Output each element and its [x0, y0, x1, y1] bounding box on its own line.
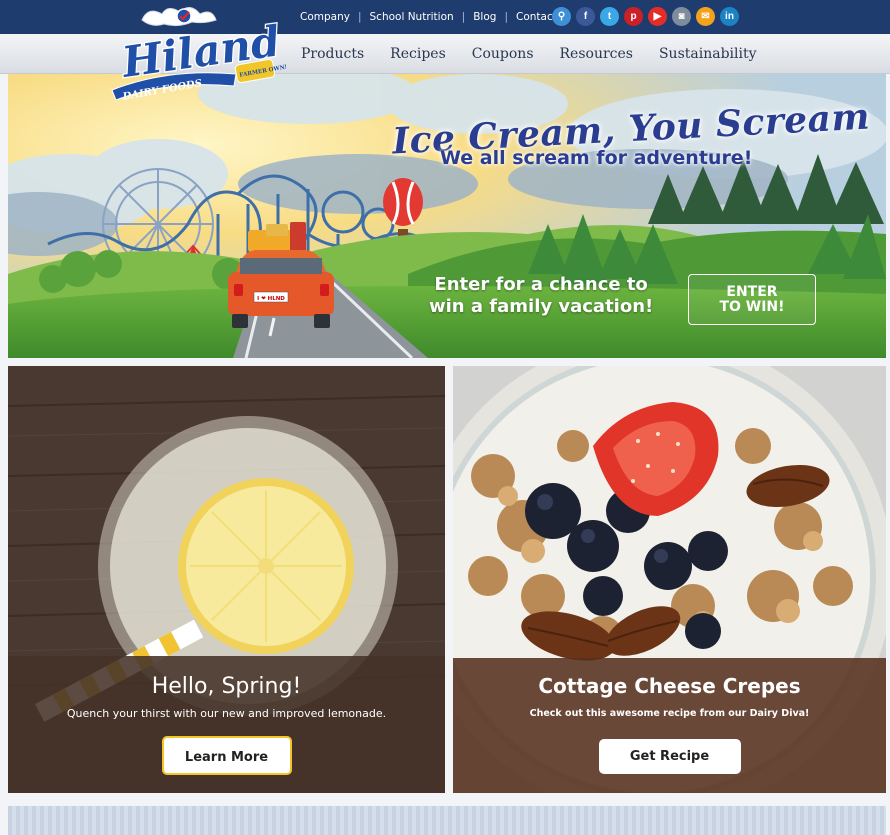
hero-cta-text: Enter for a chance to win a family vacat… [429, 274, 654, 317]
hero-banner: I ❤ HLND Ice Cream, You Scream We all sc… [8, 74, 886, 358]
nav-coupons[interactable]: Coupons [472, 46, 534, 62]
util-separator: | [357, 11, 362, 23]
promo-description: Quench your thirst with our new and impr… [66, 707, 387, 720]
learn-more-button[interactable]: Learn More [161, 736, 292, 775]
util-link-school-nutrition[interactable]: School Nutrition [370, 11, 454, 23]
promo-card-crepes: Cottage Cheese Crepes Check out this awe… [453, 366, 886, 793]
promo-title: Cottage Cheese Crepes [538, 674, 801, 698]
util-separator: | [504, 11, 508, 23]
social-links: ⚲ f t p ▶ ◙ ✉ in [552, 7, 739, 26]
email-icon[interactable]: ✉ [696, 7, 715, 26]
util-separator: | [461, 11, 466, 23]
promo-title: Hello, Spring! [151, 674, 302, 699]
hiland-logo[interactable]: Hiland DAIRY FOODS FARMER OWNED [108, 4, 286, 100]
twitter-icon[interactable]: t [600, 7, 619, 26]
youtube-icon[interactable]: ▶ [648, 7, 667, 26]
instagram-icon[interactable]: ◙ [672, 7, 691, 26]
search-icon[interactable]: ⚲ [552, 7, 571, 26]
car-license-plate: I ❤ HLND [257, 296, 285, 302]
enter-to-win-button[interactable]: ENTER TO WIN! [688, 274, 816, 325]
pinterest-icon[interactable]: p [624, 7, 643, 26]
promo-overlay: Cottage Cheese Crepes Check out this awe… [453, 658, 886, 793]
nav-products[interactable]: Products [301, 46, 364, 62]
promo-overlay: Hello, Spring! Quench your thirst with o… [8, 656, 445, 793]
util-link-contact[interactable]: Contact [516, 11, 557, 23]
main-nav: Products Recipes Coupons Resources Susta… [301, 34, 757, 74]
facebook-icon[interactable]: f [576, 7, 595, 26]
promo-description: Check out this awesome recipe from our D… [529, 708, 810, 719]
hero-subtitle: We all scream for adventure! [440, 147, 753, 169]
promo-card-lemonade: Hello, Spring! Quench your thirst with o… [8, 366, 445, 793]
nav-resources[interactable]: Resources [560, 46, 633, 62]
nav-sustainability[interactable]: Sustainability [659, 46, 757, 62]
linkedin-icon[interactable]: in [720, 7, 739, 26]
nav-recipes[interactable]: Recipes [390, 46, 446, 62]
util-link-blog[interactable]: Blog [473, 11, 496, 23]
utility-nav: Company | School Nutrition | Blog | Cont… [300, 0, 557, 34]
footer-strip [8, 806, 886, 835]
util-link-company[interactable]: Company [300, 11, 350, 23]
get-recipe-button[interactable]: Get Recipe [598, 739, 741, 774]
